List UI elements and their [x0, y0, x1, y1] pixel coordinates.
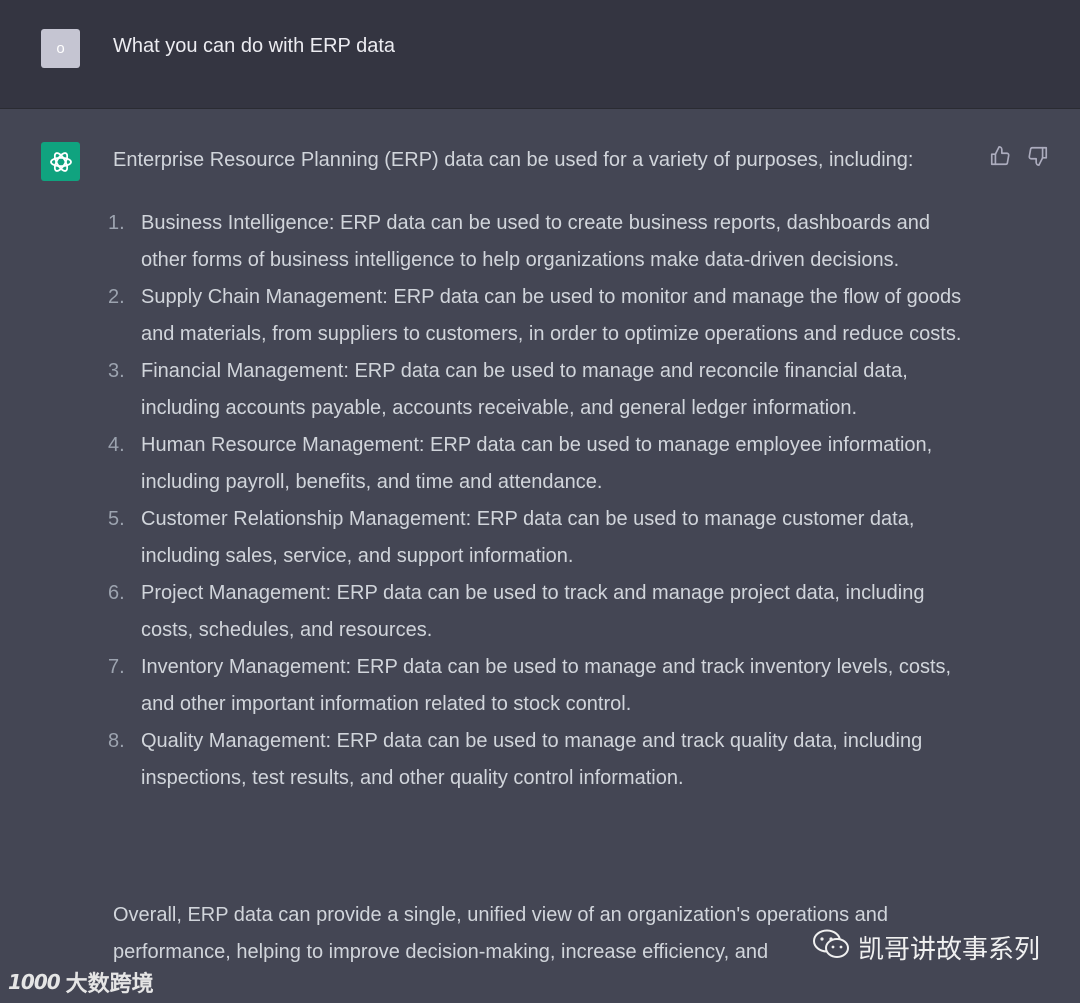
list-item-text: Business Intelligence: ERP data can be u… [141, 212, 931, 271]
list-number: 4. [108, 434, 125, 456]
list-item: 8. Quality Management: ERP data can be u… [108, 723, 978, 797]
assistant-message-row: Enterprise Resource Planning (ERP) data … [0, 109, 1080, 1003]
list-item: 5. Customer Relationship Management: ERP… [108, 501, 978, 575]
list-item: 1. Business Intelligence: ERP data can b… [108, 205, 978, 279]
watermark-left: 1000 大数跨境 [8, 966, 154, 998]
numbered-list: 1. Business Intelligence: ERP data can b… [108, 205, 978, 797]
user-avatar: o [41, 29, 80, 68]
list-number: 1. [108, 212, 125, 234]
list-number: 3. [108, 360, 125, 382]
user-message-text: What you can do with ERP data [113, 35, 396, 57]
list-item: 6. Project Management: ERP data can be u… [108, 575, 978, 649]
list-item-text: Quality Management: ERP data can be used… [141, 730, 923, 789]
wechat-icon [812, 928, 850, 967]
list-item-text: Inventory Management: ERP data can be us… [141, 656, 952, 715]
watermark-logo: 1000 [8, 970, 61, 994]
list-item-text: Customer Relationship Management: ERP da… [141, 508, 915, 567]
list-number: 8. [108, 730, 125, 752]
list-item-text: Supply Chain Management: ERP data can be… [141, 286, 962, 345]
user-message-row: o What you can do with ERP data [0, 0, 1080, 109]
list-item: 4. Human Resource Management: ERP data c… [108, 427, 978, 501]
list-item: 3. Financial Management: ERP data can be… [108, 353, 978, 427]
list-item: 2. Supply Chain Management: ERP data can… [108, 279, 978, 353]
list-item-text: Human Resource Management: ERP data can … [141, 434, 933, 493]
openai-logo-icon [41, 142, 80, 181]
list-item-text: Project Management: ERP data can be used… [141, 582, 925, 641]
list-number: 2. [108, 286, 125, 308]
watermark-right: 凯哥讲故事系列 [812, 928, 1040, 967]
list-item-text: Financial Management: ERP data can be us… [141, 360, 908, 419]
watermark-right-text: 凯哥讲故事系列 [858, 935, 1041, 965]
watermark-left-text: 大数跨境 [65, 972, 154, 997]
list-item: 7. Inventory Management: ERP data can be… [108, 649, 978, 723]
list-number: 7. [108, 656, 125, 678]
assistant-intro: Enterprise Resource Planning (ERP) data … [113, 149, 914, 171]
list-number: 5. [108, 508, 125, 530]
list-number: 6. [108, 582, 125, 604]
thumbs-down-icon[interactable] [1027, 145, 1049, 172]
thumbs-up-icon[interactable] [989, 145, 1011, 172]
